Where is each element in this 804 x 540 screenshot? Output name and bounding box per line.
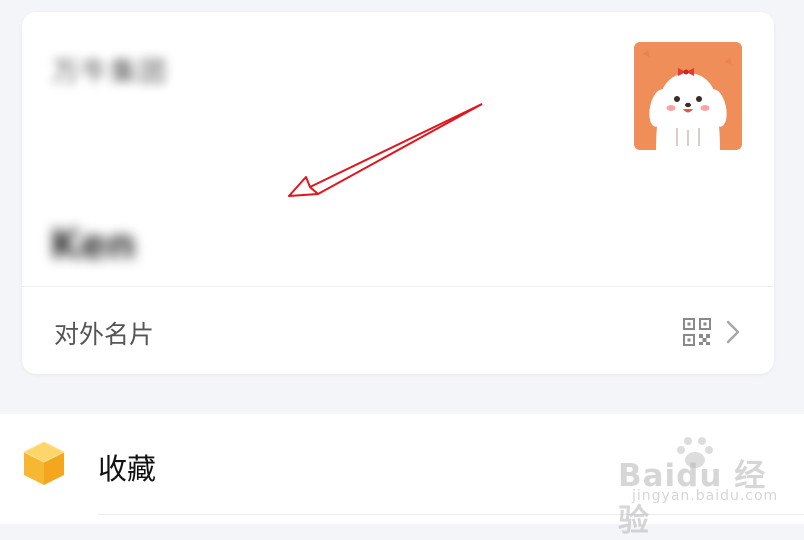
cube-box-icon — [22, 441, 66, 485]
chevron-right-icon — [726, 320, 740, 344]
favorites-label: 收藏 — [98, 452, 157, 486]
profile-card[interactable]: 万牛集团 Ken 对外名片 — [22, 12, 774, 374]
business-card-row[interactable]: 对外名片 — [22, 287, 774, 374]
favorites-item[interactable]: 收藏 — [0, 414, 804, 524]
avatar[interactable] — [634, 42, 742, 150]
cartoon-dog-avatar-icon — [634, 42, 742, 150]
user-name: Ken — [50, 222, 136, 268]
list-divider — [98, 514, 804, 515]
qr-code-icon — [683, 318, 711, 346]
business-card-label: 对外名片 — [54, 320, 155, 349]
company-name: 万牛集团 — [52, 57, 168, 88]
